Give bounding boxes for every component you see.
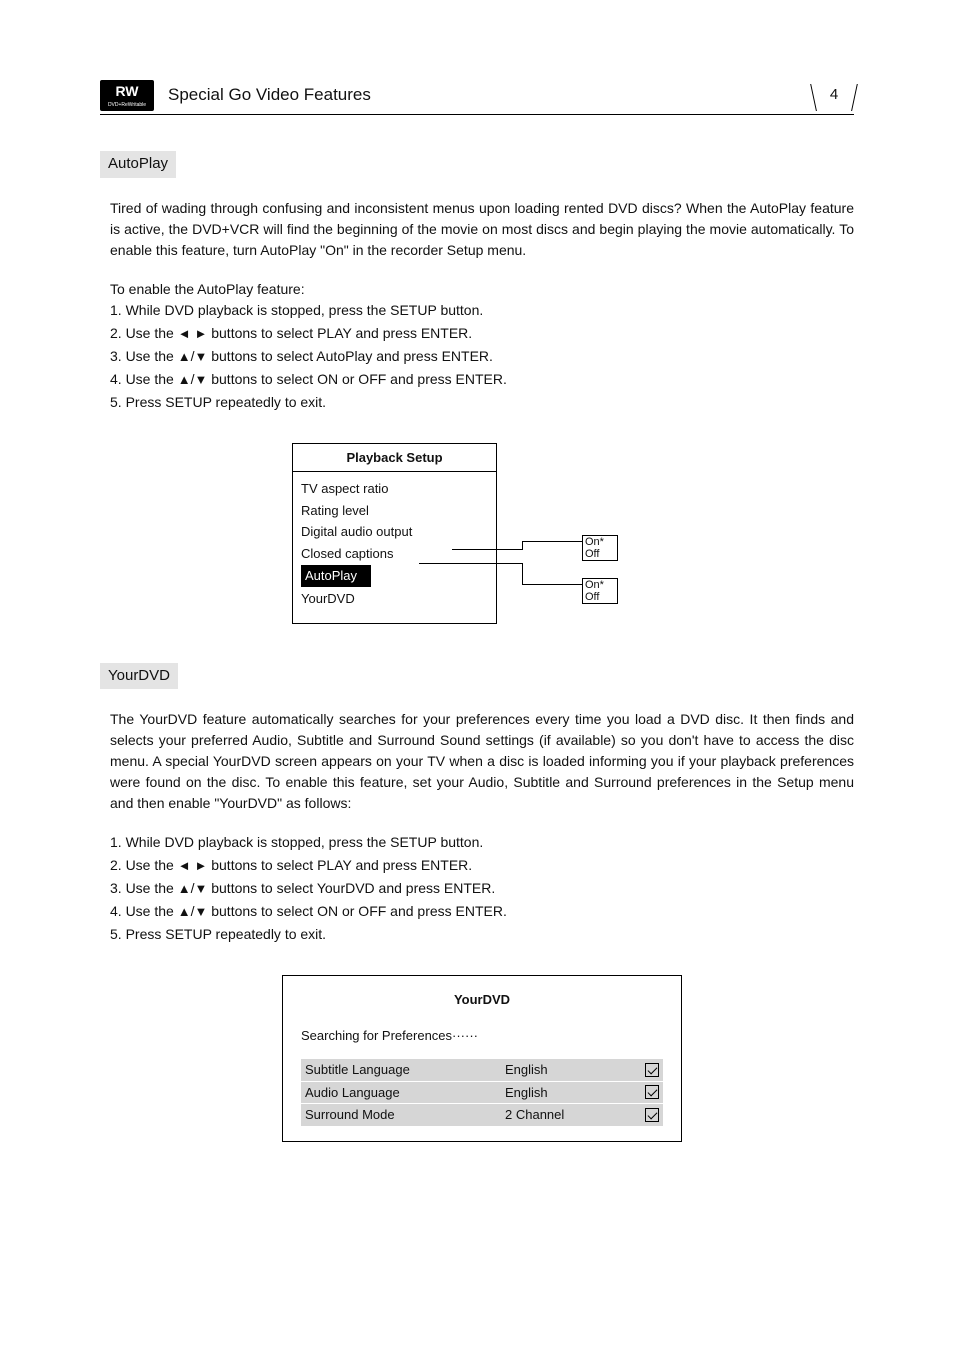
yourdvd-status: Searching for Preferences······ <box>301 1026 663 1046</box>
yourdvd-step-4: 4. Use the ▲/▼ buttons to select ON or O… <box>110 901 854 922</box>
row-label: Surround Mode <box>305 1105 505 1125</box>
up-icon: ▲ <box>178 904 191 919</box>
autoplay-option-box: On* Off <box>582 535 618 561</box>
pb-item-closed-captions: Closed captions <box>301 543 488 565</box>
page-number: 4 <box>814 84 854 107</box>
pb-item-audio-output: Digital audio output <box>301 521 488 543</box>
yourdvd-step-1: 1. While DVD playback is stopped, press … <box>110 832 854 853</box>
section-tag-yourdvd: YourDVD <box>100 663 178 690</box>
autoplay-intro: Tired of wading through confusing and in… <box>110 198 854 261</box>
rw-badge-subtext: DVD+ReWritable <box>100 101 154 111</box>
yourdvd-row-subtitle: Subtitle Language English <box>301 1059 663 1081</box>
row-value: English <box>505 1060 645 1080</box>
autoplay-body: Tired of wading through confusing and in… <box>110 198 854 613</box>
option-on: On* <box>585 536 615 548</box>
yourdvd-box-title: YourDVD <box>301 990 663 1010</box>
down-icon: ▼ <box>194 349 207 364</box>
up-icon: ▲ <box>178 349 191 364</box>
rw-badge-text: RW <box>100 80 154 101</box>
yourdvd-screen-box: YourDVD Searching for Preferences······ … <box>282 975 682 1142</box>
autoplay-step-4: 4. Use the ▲/▼ buttons to select ON or O… <box>110 369 854 390</box>
yourdvd-step-5: 5. Press SETUP repeatedly to exit. <box>110 924 854 945</box>
yourdvd-row-surround: Surround Mode 2 Channel <box>301 1104 663 1126</box>
playback-setup-box: Playback Setup TV aspect ratio Rating le… <box>292 443 497 625</box>
rw-badge: RW DVD+ReWritable <box>100 80 154 110</box>
down-icon: ▼ <box>194 372 207 387</box>
yourdvd-row-audio: Audio Language English <box>301 1082 663 1104</box>
pb-item-autoplay: AutoPlay <box>301 564 488 588</box>
yourdvd-intro: The YourDVD feature automatically search… <box>110 709 854 814</box>
connector-line <box>522 541 523 550</box>
yourdvd-option-box: On* Off <box>582 578 618 604</box>
option-off: Off <box>585 591 615 603</box>
up-icon: ▲ <box>178 372 191 387</box>
left-icon: ◄ <box>178 326 191 341</box>
pb-item-yourdvd: YourDVD <box>301 588 488 610</box>
header-title: Special Go Video Features <box>168 82 814 108</box>
row-value: 2 Channel <box>505 1105 645 1125</box>
check-icon <box>645 1085 659 1099</box>
down-icon: ▼ <box>194 904 207 919</box>
page-header: RW DVD+ReWritable Special Go Video Featu… <box>100 80 854 115</box>
option-on: On* <box>585 579 615 591</box>
autoplay-steps: 1. While DVD playback is stopped, press … <box>110 300 854 413</box>
row-label: Audio Language <box>305 1083 505 1103</box>
playback-setup-title: Playback Setup <box>293 444 496 473</box>
right-icon: ► <box>194 858 207 873</box>
option-off: Off <box>585 548 615 560</box>
connector-line <box>522 584 582 585</box>
yourdvd-step-2: 2. Use the ◄ ► buttons to select PLAY an… <box>110 855 854 876</box>
connector-line <box>452 549 522 550</box>
connector-line <box>419 563 522 564</box>
autoplay-step-1: 1. While DVD playback is stopped, press … <box>110 300 854 321</box>
playback-setup-diagram: Playback Setup TV aspect ratio Rating le… <box>292 443 672 613</box>
row-value: English <box>505 1083 645 1103</box>
up-icon: ▲ <box>178 881 191 896</box>
pb-item-tv-aspect: TV aspect ratio <box>301 478 488 500</box>
right-icon: ► <box>194 326 207 341</box>
connector-line <box>522 541 582 542</box>
yourdvd-steps: 1. While DVD playback is stopped, press … <box>110 832 854 945</box>
down-icon: ▼ <box>194 881 207 896</box>
check-icon <box>645 1063 659 1077</box>
check-icon <box>645 1108 659 1122</box>
section-tag-autoplay: AutoPlay <box>100 151 176 178</box>
pb-item-rating: Rating level <box>301 500 488 522</box>
row-label: Subtitle Language <box>305 1060 505 1080</box>
yourdvd-body: The YourDVD feature automatically search… <box>110 709 854 1142</box>
left-icon: ◄ <box>178 858 191 873</box>
autoplay-step-5: 5. Press SETUP repeatedly to exit. <box>110 392 854 413</box>
connector-line <box>522 563 523 585</box>
autoplay-step-2: 2. Use the ◄ ► buttons to select PLAY an… <box>110 323 854 344</box>
autoplay-step-3: 3. Use the ▲/▼ buttons to select AutoPla… <box>110 346 854 367</box>
autoplay-enable-line: To enable the AutoPlay feature: <box>110 279 854 300</box>
yourdvd-step-3: 3. Use the ▲/▼ buttons to select YourDVD… <box>110 878 854 899</box>
